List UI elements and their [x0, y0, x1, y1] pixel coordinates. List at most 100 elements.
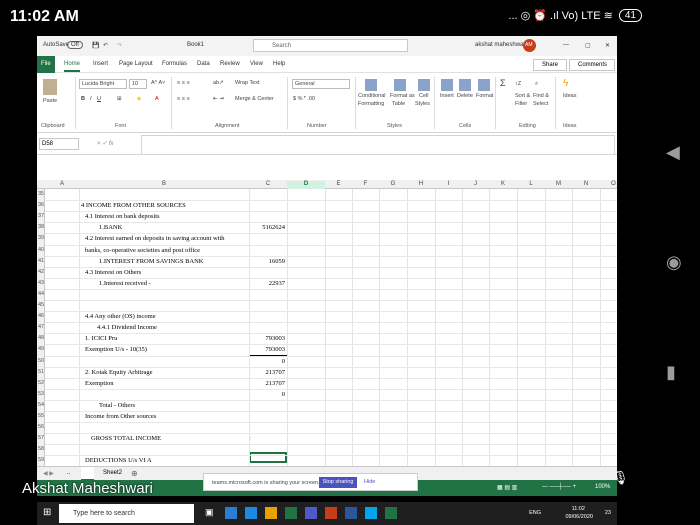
row-header-39[interactable]: 39 [37, 235, 45, 241]
hide-button[interactable]: Hide [364, 479, 375, 485]
row-header-50[interactable]: 50 [37, 358, 45, 364]
cell-r47v[interactable]: 793003 [247, 335, 286, 342]
cell-r48[interactable]: Exemption U/s - 10(35) [85, 346, 147, 353]
column-header-I[interactable]: I [435, 181, 462, 189]
cell-r50[interactable]: 2. Kotak Equity Arbitrage [85, 369, 153, 376]
row-header-59[interactable]: 59 [37, 457, 45, 463]
fill-color-icon[interactable]: ◈ [137, 96, 141, 102]
cell-r38[interactable]: 1.BANK [99, 224, 122, 231]
cell-r39b[interactable]: banks, co-operative societies and post o… [85, 247, 200, 254]
sheet-tab-sheet2[interactable]: Sheet2 [103, 470, 122, 476]
align-left-icon[interactable]: ≡ ≡ ≡ [177, 96, 190, 102]
tab-page-layout[interactable]: Page Layout [119, 61, 153, 67]
view-icons[interactable]: ▦ ▤ ▥ [497, 484, 517, 491]
delete-cells-icon[interactable] [459, 79, 471, 91]
sheet-tab-active[interactable] [81, 467, 94, 481]
row-header-51[interactable]: 51 [37, 369, 45, 375]
merge-center-button[interactable]: Merge & Center [235, 96, 274, 102]
redo-icon[interactable]: ↷ [117, 42, 122, 49]
row-header-38[interactable]: 38 [37, 224, 45, 230]
row-header-44[interactable]: 44 [37, 291, 45, 297]
word-icon[interactable] [345, 507, 357, 519]
windows-start-icon[interactable]: ⊞ [43, 507, 51, 518]
find-select-icon[interactable]: ⌕ [535, 81, 538, 88]
row-header-43[interactable]: 43 [37, 280, 45, 286]
currency-icon[interactable]: $ % ❜ .00 [293, 96, 315, 102]
row-header-58[interactable]: 58 [37, 446, 45, 452]
search-box[interactable]: Search [253, 39, 408, 52]
tab-review[interactable]: Review [220, 61, 240, 67]
chrome-icon[interactable] [225, 507, 237, 519]
font-color-icon[interactable]: A [155, 96, 159, 102]
cell-r38v[interactable]: 5162624 [247, 224, 285, 231]
tab-home[interactable]: Home [64, 61, 81, 72]
borders-icon[interactable]: ⊞ [117, 96, 122, 102]
cell-r52v[interactable]: 0 [247, 391, 285, 398]
cell-r50v[interactable]: 213707 [247, 369, 286, 376]
bold-icon[interactable]: B [81, 96, 85, 102]
column-header-N[interactable]: N [572, 181, 600, 189]
cell-r54[interactable]: Income from Other sources [85, 413, 156, 420]
cell-r40v[interactable]: 16059 [247, 258, 285, 265]
cell-r45[interactable]: 4.4 Any other (OS) income [85, 313, 156, 320]
cell-r51[interactable]: Exemption [85, 380, 114, 387]
row-header-46[interactable]: 46 [37, 313, 45, 319]
avatar[interactable]: AM [523, 39, 536, 52]
cell-r42[interactable]: 1.Interest received - [99, 280, 151, 287]
font-name-select[interactable]: Lucida Bright [79, 79, 127, 89]
teams-icon[interactable] [305, 507, 317, 519]
add-sheet-icon[interactable]: ⊕ [131, 469, 138, 478]
indent-icon[interactable]: ⇤ ⇥ [213, 96, 224, 102]
save-icon[interactable]: 💾 [92, 42, 99, 49]
close-icon[interactable]: ✕ [605, 42, 610, 49]
orientation-icon[interactable]: ab↗ [213, 80, 224, 86]
underline-icon[interactable]: U [97, 96, 101, 102]
column-header-H[interactable]: H [407, 181, 435, 189]
tab-formulas[interactable]: Formulas [162, 61, 187, 67]
cell-r47[interactable]: 1. ICICI Pru [85, 335, 117, 342]
autosum-icon[interactable]: Σ [500, 78, 506, 88]
column-header-K[interactable]: K [489, 181, 517, 189]
conditional-formatting-icon[interactable] [365, 79, 377, 91]
cell-r41[interactable]: 4.3 Interest on Others [85, 269, 141, 276]
paste-icon[interactable] [43, 79, 57, 95]
share-button[interactable]: Share [533, 59, 567, 71]
excel-icon-2[interactable] [385, 507, 397, 519]
maximize-icon[interactable]: ▢ [585, 42, 591, 49]
cell-r56[interactable]: GROSS TOTAL INCOME [91, 435, 161, 442]
font-size-select[interactable]: 10 [129, 79, 147, 89]
minimize-icon[interactable]: — [563, 42, 569, 48]
column-header-D[interactable]: D [287, 181, 325, 189]
row-header-48[interactable]: 48 [37, 335, 45, 341]
row-header-53[interactable]: 53 [37, 391, 45, 397]
row-header-49[interactable]: 49 [37, 346, 45, 352]
powerpoint-icon[interactable] [325, 507, 337, 519]
cell-r37[interactable]: 4.1 Interest on bank deposits [85, 213, 160, 220]
column-header-L[interactable]: L [517, 181, 545, 189]
notification-badge[interactable]: 23 [605, 510, 611, 516]
row-header-40[interactable]: 40 [37, 247, 45, 253]
cell-r42v[interactable]: 22937 [247, 280, 285, 287]
cell-r51v[interactable]: 213707 [247, 380, 286, 387]
tab-data[interactable]: Data [197, 61, 210, 67]
taskbar-search[interactable]: Type here to search [59, 504, 194, 523]
recents-icon[interactable]: ▮ [666, 362, 676, 383]
row-header-47[interactable]: 47 [37, 324, 45, 330]
cell-r49v[interactable]: 0 [247, 358, 285, 365]
sheet-nav-icon[interactable]: ◀ ▶ [43, 470, 54, 477]
column-header-B[interactable]: B [79, 181, 249, 189]
file-explorer-icon[interactable] [265, 507, 277, 519]
cell-r39a[interactable]: 4.2 Interest earned on deposits in savin… [85, 235, 225, 242]
undo-icon[interactable]: ↶ [103, 42, 108, 49]
row-header-35[interactable]: 35 [37, 191, 45, 197]
formula-input[interactable] [141, 135, 615, 155]
tab-help[interactable]: Help [273, 61, 285, 67]
row-header-36[interactable]: 36 [37, 202, 45, 208]
wrap-text-button[interactable]: Wrap Text [235, 80, 260, 86]
excel-taskbar-icon[interactable] [285, 507, 297, 519]
fx-icon[interactable]: × ✓ fx [97, 140, 114, 147]
stop-sharing-button[interactable]: Stop sharing [319, 477, 357, 488]
ideas-icon[interactable]: ϟ [563, 78, 568, 89]
comments-button[interactable]: Comments [569, 59, 615, 71]
cell-r36[interactable]: 4 INCOME FROM OTHER SOURCES [81, 202, 186, 209]
